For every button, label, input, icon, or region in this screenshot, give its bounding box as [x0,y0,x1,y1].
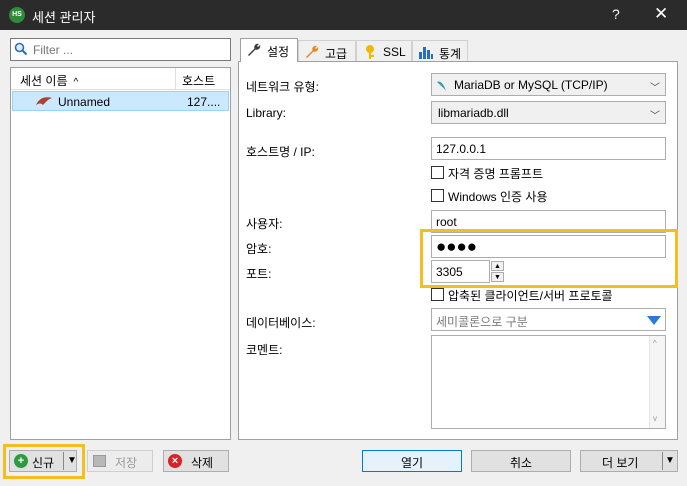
session-row[interactable]: Unnamed 127.... [12,91,229,111]
tab-ssl[interactable]: SSL [356,40,412,62]
prompt-credentials-label: 자격 증명 프롬프트 [448,167,543,181]
network-type-label: 네트워크 유형: [246,80,319,94]
network-type-select[interactable]: MariaDB or MySQL (TCP/IP) ﹀ [431,73,666,96]
port-label: 포트: [246,267,272,281]
help-button[interactable]: ? [612,6,620,22]
tab-settings-label: 설정 [267,45,290,59]
column-session-name[interactable]: 세션 이름 ^ [11,68,176,90]
title-bar: HS 세션 관리자 ? ✕ [0,0,687,30]
filter-box[interactable] [10,38,231,61]
filter-input[interactable] [31,41,226,58]
window-title: 세션 관리자 [32,10,96,25]
comment-scrollbar[interactable]: ^ v [649,336,665,428]
tab-ssl-label: SSL [383,45,406,59]
column-session-name-label: 세션 이름 [20,74,68,88]
session-list[interactable]: 세션 이름 ^ 호스트 Unnamed 127.... [10,67,231,440]
tab-advanced[interactable]: 고급 [298,40,356,62]
tab-settings[interactable]: 설정 [240,38,298,62]
library-label: Library: [246,106,287,120]
library-value: libmariadb.dll [438,106,509,120]
credentials-highlight [420,229,678,288]
password-label: 암호: [246,242,272,256]
session-manager-window: HS 세션 관리자 ? ✕ 세션 이름 ^ 호스트 Unnamed 127....… [0,0,687,486]
sort-ascending-icon: ^ [73,77,79,88]
tab-advanced-label: 고급 [325,47,348,61]
save-disk-icon [93,455,106,467]
search-icon [14,42,28,59]
dropdown-arrow-icon[interactable] [647,315,661,329]
delete-button[interactable]: × 삭제 [163,450,229,472]
tab-statistics[interactable]: 통계 [412,40,468,62]
host-label: 호스트명 / IP: [246,145,315,159]
delete-label: 삭제 [191,456,214,470]
host-input[interactable]: 127.0.0.1 [431,137,666,160]
databases-placeholder: 세미콜론으로 구분 [436,315,528,329]
scroll-up-icon[interactable]: ^ [653,339,657,348]
checkbox-box[interactable] [431,189,444,202]
dropdown-arrow-icon[interactable]: ▼ [665,455,675,466]
user-value: root [436,215,457,229]
checkbox-box[interactable] [431,288,444,301]
more-button[interactable]: 더 보기 ▼ [580,450,678,472]
host-value: 127.0.0.1 [436,142,487,156]
comment-textarea[interactable]: ^ v [431,335,666,429]
checkbox-box[interactable] [431,166,444,179]
open-label: 열기 [401,456,424,470]
user-label: 사용자: [246,217,283,231]
open-button[interactable]: 열기 [362,450,462,472]
split-divider [662,452,663,470]
cancel-button[interactable]: 취소 [471,450,571,472]
databases-select[interactable]: 세미콜론으로 구분 [431,308,666,331]
delete-icon: × [168,454,182,468]
scroll-down-icon[interactable]: v [653,414,657,423]
chevron-down-icon: ﹀ [650,111,660,122]
close-button[interactable]: ✕ [654,4,668,24]
more-label: 더 보기 [602,456,639,470]
comment-label: 코멘트: [246,343,283,357]
save-label: 저장 [115,456,138,470]
network-type-value: MariaDB or MySQL (TCP/IP) [454,78,608,92]
library-select[interactable]: libmariadb.dll ﹀ [431,101,666,124]
session-host: 127.... [187,95,221,109]
save-button[interactable]: 저장 [87,450,153,472]
mariadb-seal-icon [436,78,450,95]
wrench-icon [246,42,262,61]
column-host[interactable]: 호스트 [177,68,230,90]
list-header: 세션 이름 ^ 호스트 [11,68,230,90]
app-logo-icon: HS [9,7,25,23]
session-name: Unnamed [58,95,111,109]
mariadb-seal-icon [35,95,53,110]
compressed-protocol-label: 압축된 클라이언트/서버 프로토콜 [448,289,613,303]
new-button-highlight [3,444,85,479]
chevron-down-icon: ﹀ [650,83,660,94]
cancel-label: 취소 [510,456,533,470]
databases-label: 데이터베이스: [246,316,316,330]
tab-statistics-label: 통계 [439,47,462,61]
windows-auth-label: Windows 인증 사용 [448,190,548,204]
